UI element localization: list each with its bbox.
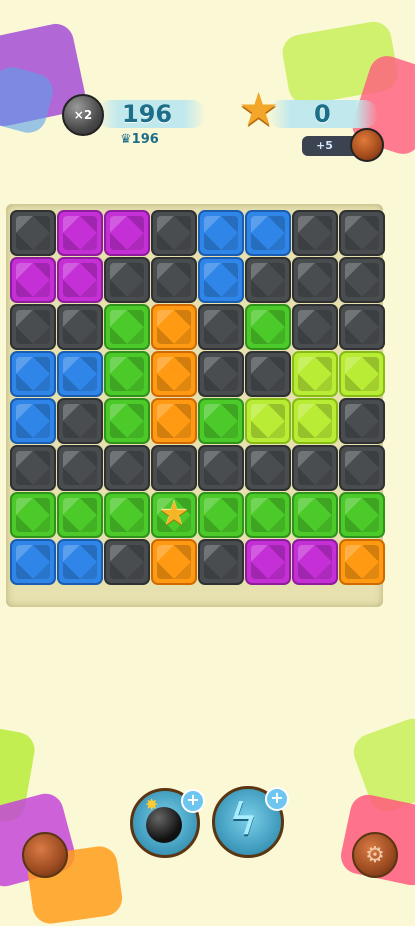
tile-gray[interactable] — [10, 304, 56, 350]
score-value: 196 — [122, 100, 173, 128]
tile-gray[interactable] — [339, 210, 385, 256]
tile-gray[interactable] — [104, 257, 150, 303]
tile-purple[interactable] — [57, 210, 103, 256]
tile-lime[interactable] — [339, 351, 385, 397]
tile-gray[interactable] — [292, 210, 338, 256]
tile-green[interactable] — [57, 492, 103, 538]
tile-gray[interactable] — [339, 398, 385, 444]
bomb-fuse-icon: ✸ — [145, 795, 159, 814]
add-lightning-button[interactable]: + — [265, 787, 289, 811]
star-count: 0 — [314, 100, 331, 128]
tile-blue[interactable] — [10, 351, 56, 397]
tile-gray[interactable] — [245, 257, 291, 303]
lightning-icon: ϟ — [229, 794, 259, 845]
tile-purple[interactable] — [10, 257, 56, 303]
tile-blue[interactable] — [10, 398, 56, 444]
tile-gray[interactable] — [57, 445, 103, 491]
best-score-value: 196 — [131, 132, 159, 147]
tile-purple[interactable] — [245, 539, 291, 585]
tile-green[interactable] — [245, 304, 291, 350]
tile-green[interactable] — [10, 492, 56, 538]
tile-blue[interactable] — [245, 210, 291, 256]
settings-button-icon[interactable]: ⚙ — [352, 832, 398, 878]
tile-green[interactable] — [339, 492, 385, 538]
tile-gray[interactable] — [292, 445, 338, 491]
tile-orange[interactable] — [151, 539, 197, 585]
tile-gray[interactable] — [198, 445, 244, 491]
tile-gray[interactable] — [10, 210, 56, 256]
best-score: ♛196 — [120, 132, 159, 147]
tile-lime[interactable] — [292, 398, 338, 444]
tile-orange[interactable] — [151, 398, 197, 444]
lightning-booster[interactable]: ϟ + — [212, 786, 289, 858]
tile-lime[interactable] — [245, 398, 291, 444]
tile-green[interactable] — [198, 492, 244, 538]
tile-purple[interactable] — [292, 539, 338, 585]
bonus-coin-icon — [350, 128, 384, 162]
tile-gray[interactable] — [104, 539, 150, 585]
tile-gray[interactable] — [245, 445, 291, 491]
tile-blue[interactable] — [10, 539, 56, 585]
tile-green[interactable] — [104, 304, 150, 350]
gear-icon: ⚙ — [365, 842, 385, 868]
tile-gray[interactable] — [151, 445, 197, 491]
tile-purple[interactable] — [104, 210, 150, 256]
star-piece-icon: ★ — [158, 494, 190, 535]
tile-gray[interactable] — [104, 445, 150, 491]
tile-lime[interactable] — [292, 351, 338, 397]
crown-icon: ♛ — [120, 132, 132, 147]
multiplier-label: ×2 — [73, 108, 93, 122]
multiplier-coin: ×2 — [62, 94, 104, 136]
ranking-button-icon[interactable] — [22, 832, 68, 878]
star-tile[interactable]: ★ — [151, 492, 197, 538]
tile-purple[interactable] — [57, 257, 103, 303]
tile-gray[interactable] — [151, 210, 197, 256]
tile-blue[interactable] — [57, 351, 103, 397]
tile-green[interactable] — [292, 492, 338, 538]
tile-gray[interactable] — [57, 304, 103, 350]
tile-green[interactable] — [198, 398, 244, 444]
tile-gray[interactable] — [245, 351, 291, 397]
tile-blue[interactable] — [198, 257, 244, 303]
tile-gray[interactable] — [57, 398, 103, 444]
tile-gray[interactable] — [292, 304, 338, 350]
tile-gray[interactable] — [339, 304, 385, 350]
tile-green[interactable] — [245, 492, 291, 538]
tile-gray[interactable] — [198, 304, 244, 350]
tile-green[interactable] — [104, 492, 150, 538]
tile-gray[interactable] — [10, 445, 56, 491]
game-board: ★ — [6, 204, 385, 607]
tile-gray[interactable] — [339, 445, 385, 491]
tile-gray[interactable] — [151, 257, 197, 303]
tile-orange[interactable] — [339, 539, 385, 585]
tile-green[interactable] — [104, 398, 150, 444]
tile-orange[interactable] — [151, 351, 197, 397]
tile-gray[interactable] — [198, 539, 244, 585]
tile-gray[interactable] — [292, 257, 338, 303]
tile-green[interactable] — [104, 351, 150, 397]
tile-orange[interactable] — [151, 304, 197, 350]
tile-gray[interactable] — [198, 351, 244, 397]
tile-blue[interactable] — [198, 210, 244, 256]
tile-blue[interactable] — [57, 539, 103, 585]
bomb-booster[interactable]: ✸ + — [130, 788, 205, 858]
add-bomb-button[interactable]: + — [181, 789, 205, 813]
tile-gray[interactable] — [339, 257, 385, 303]
star-icon: ★ — [238, 82, 280, 136]
bonus-value: +5 — [316, 139, 333, 152]
